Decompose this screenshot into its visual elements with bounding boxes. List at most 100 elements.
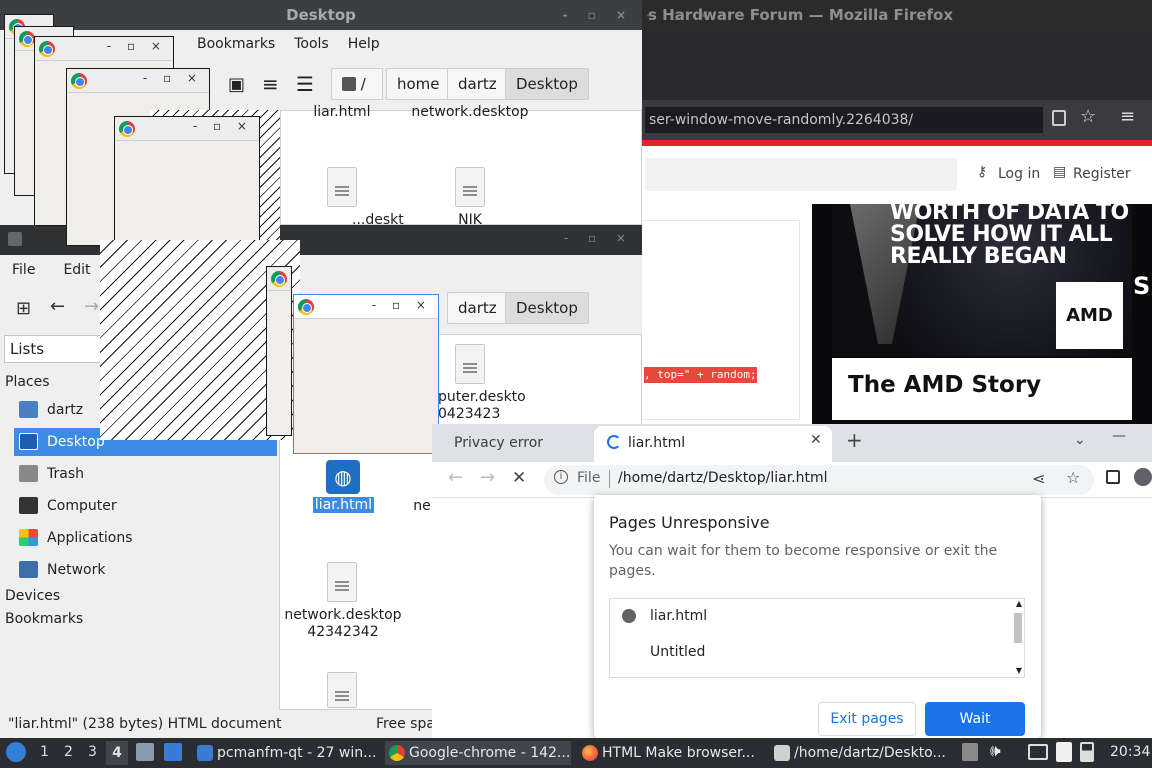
profile-icon[interactable] — [1134, 468, 1152, 486]
window-controls[interactable]: - ▫ × — [562, 0, 634, 30]
crumb-dartz[interactable]: dartz — [447, 68, 508, 100]
file-label[interactable]: network.desktop — [280, 607, 406, 623]
window-controls[interactable]: - ▫ × — [372, 298, 432, 312]
drive-icon — [342, 77, 356, 91]
tab-search-icon[interactable]: ⌄ — [1074, 432, 1086, 448]
firefox-url-bar[interactable]: ser-window-move-randomly.2264038/ — [645, 107, 1043, 133]
scrollbar-thumb[interactable] — [1014, 613, 1022, 643]
omnibox[interactable]: i File /home/dartz/Desktop/liar.html ⋖ ☆ — [544, 465, 1094, 495]
sidebar-item-computer[interactable]: Computer — [14, 492, 277, 520]
side-panel-icon[interactable] — [1106, 470, 1120, 484]
workspace-3[interactable]: 3 — [88, 744, 97, 760]
bookmark-star-icon[interactable]: ☆ — [1080, 106, 1096, 127]
chrome-window-clone[interactable] — [266, 266, 292, 436]
workspace-4[interactable]: 4 — [106, 741, 128, 765]
bookmarks-header[interactable]: Bookmarks — [5, 611, 83, 627]
chrome-icon — [271, 271, 287, 287]
document-icon[interactable] — [327, 167, 357, 207]
crumb-dartz[interactable]: dartz — [447, 292, 508, 324]
sidebar-item-applications[interactable]: Applications — [14, 524, 277, 552]
wait-button[interactable]: Wait — [925, 702, 1025, 736]
file-label[interactable]: ne — [412, 498, 432, 514]
info-icon[interactable]: i — [554, 470, 568, 484]
document-icon[interactable] — [455, 167, 485, 207]
share-icon[interactable]: ⋖ — [1032, 469, 1045, 488]
file-label[interactable]: network.desktop — [410, 104, 530, 120]
key-icon: ⚷ — [977, 164, 988, 180]
window-controls[interactable]: - ▫ × — [107, 39, 167, 53]
hamburger-menu-icon[interactable]: ≡ — [1120, 106, 1135, 127]
new-tab-icon[interactable]: ⊞ — [16, 298, 31, 319]
scroll-down-icon[interactable]: ▼ — [1016, 666, 1022, 675]
window-controls[interactable]: - ▫ × — [143, 71, 203, 85]
crumb-desktop[interactable]: Desktop — [505, 68, 589, 100]
menu-help[interactable]: Help — [348, 36, 380, 52]
crumb-desktop[interactable]: Desktop — [505, 292, 589, 324]
forward-arrow-icon[interactable]: → — [480, 467, 495, 488]
file-label-selected[interactable]: liar.html — [313, 497, 374, 513]
tab-privacy-error[interactable]: Privacy error — [442, 428, 592, 462]
back-arrow-icon[interactable]: ← — [448, 467, 463, 488]
places-header[interactable]: Places — [5, 374, 50, 390]
image-view-icon[interactable]: ▣ — [228, 74, 245, 95]
battery-icon[interactable] — [1080, 742, 1094, 762]
chrome-icon — [389, 745, 405, 761]
list-item[interactable]: liar.html — [650, 608, 707, 624]
taskbar-window-firefox[interactable]: HTML Make browser... — [578, 741, 764, 765]
menu-bookmarks[interactable]: Bookmarks — [197, 36, 275, 52]
volume-icon[interactable]: 🕪 — [990, 741, 1001, 761]
file-manager-launcher-icon[interactable] — [136, 743, 154, 761]
register-link[interactable]: Register — [1073, 166, 1131, 182]
unresponsive-pages-list[interactable]: liar.html Untitled ▲ ▼ — [609, 598, 1025, 678]
file-label[interactable]: puter.deskto — [438, 389, 534, 405]
login-link[interactable]: Log in — [998, 166, 1040, 182]
file-label[interactable]: liar.html — [312, 104, 372, 120]
window-controls[interactable]: - ▫ × — [564, 231, 634, 245]
list-view-icon[interactable]: ≡ — [262, 72, 279, 96]
taskbar-window-pcmanfm[interactable]: pcmanfm-qt - 27 win... — [193, 741, 375, 765]
sidebar-item-trash[interactable]: Trash — [14, 460, 277, 488]
url-divider — [609, 470, 610, 488]
taskbar-window-editor[interactable]: /home/dartz/Deskto... — [770, 741, 954, 765]
back-arrow-icon[interactable]: ← — [50, 296, 65, 317]
clipboard-icon[interactable] — [1056, 742, 1072, 762]
close-tab-icon[interactable]: ✕ — [810, 432, 822, 448]
bookmark-star-icon[interactable]: ☆ — [1066, 468, 1080, 487]
taskbar-window-chrome[interactable]: Google-chrome - 142... — [385, 741, 571, 765]
document-icon[interactable] — [327, 562, 357, 602]
detail-view-icon[interactable]: ☰ — [296, 72, 314, 96]
stop-icon[interactable]: ✕ — [512, 468, 526, 488]
workspace-2[interactable]: 2 — [64, 744, 73, 760]
sidebar-item-label: Desktop — [47, 434, 105, 450]
crumb-home[interactable]: home — [386, 68, 451, 100]
exit-pages-button[interactable]: Exit pages — [818, 702, 916, 736]
scroll-up-icon[interactable]: ▲ — [1016, 599, 1022, 608]
start-menu-icon[interactable] — [6, 742, 26, 762]
path-root-button[interactable]: / — [331, 68, 383, 100]
forward-arrow-icon[interactable]: → — [84, 296, 99, 317]
folder-icon — [8, 232, 22, 246]
web-file-icon[interactable]: ◍ — [326, 460, 360, 494]
menu-file[interactable]: File — [12, 262, 35, 278]
menu-edit[interactable]: Edit — [63, 262, 90, 278]
sidebar-item-network[interactable]: Network — [14, 556, 277, 584]
text-editor-icon — [774, 745, 790, 761]
network-icon[interactable] — [1028, 744, 1048, 760]
window-controls[interactable]: - ▫ × — [193, 119, 253, 133]
devices-header[interactable]: Devices — [5, 588, 60, 604]
ad-story-title[interactable]: The AMD Story — [848, 372, 1041, 398]
menu-tools[interactable]: Tools — [294, 36, 329, 52]
show-desktop-icon[interactable] — [164, 743, 182, 761]
storage-icon[interactable] — [962, 743, 978, 761]
workspace-1[interactable]: 1 — [40, 744, 49, 760]
forum-search-input[interactable] — [645, 158, 957, 191]
reader-view-icon[interactable] — [1052, 110, 1066, 126]
list-item[interactable]: Untitled — [650, 644, 705, 660]
new-tab-icon[interactable]: + — [846, 428, 863, 452]
document-icon[interactable] — [455, 344, 485, 384]
minimize-icon[interactable]: — — [1112, 428, 1126, 444]
chrome-window-clone[interactable]: - ▫ × — [293, 294, 439, 454]
clock[interactable]: 20:34 — [1110, 744, 1150, 760]
document-icon[interactable] — [327, 672, 357, 708]
tab-liar-html[interactable]: liar.html — [594, 426, 832, 462]
